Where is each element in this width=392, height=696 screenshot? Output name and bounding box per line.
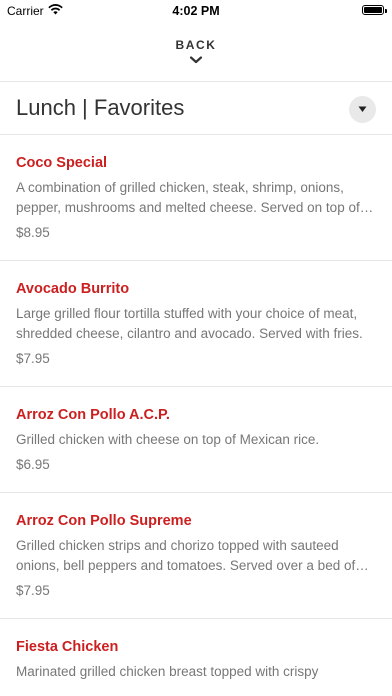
menu-item-arroz-con-pollo-supreme[interactable]: Arroz Con Pollo Supreme Grilled chicken … [0,493,392,619]
item-name: Avocado Burrito [16,281,130,297]
section-header: Lunch | Favorites [0,82,392,134]
item-name: Arroz Con Pollo A.C.P. [16,407,170,423]
item-name: Coco Special [16,155,108,171]
item-description: Grilled chicken with cheese on top of Me… [16,432,320,447]
menu-item-coco-special[interactable]: Coco Special A combination of grilled ch… [0,135,392,261]
item-description: Marinated grilled chicken breast topped … [16,664,319,679]
caret-down-icon [358,106,367,112]
back-button[interactable]: BACK [0,32,392,80]
status-time: 4:02 PM [172,4,220,18]
menu-item-arroz-con-pollo-acp[interactable]: Arroz Con Pollo A.C.P. Grilled chicken w… [0,387,392,493]
item-price: $7.95 [16,583,50,598]
chevron-down-icon [189,56,203,64]
category-dropdown-button[interactable] [349,96,376,123]
menu-item-avocado-burrito[interactable]: Avocado Burrito Large grilled flour tort… [0,261,392,387]
menu-list: Coco Special A combination of grilled ch… [0,135,392,696]
battery-icon [362,5,387,15]
item-price: $8.95 [16,225,50,240]
status-bar: Carrier 4:02 PM [0,0,392,22]
item-price: $7.95 [16,351,50,366]
item-name: Fiesta Chicken [16,639,119,655]
item-description: Large grilled flour tortilla stuffed wit… [16,306,363,341]
item-description: Grilled chicken strips and chorizo toppe… [16,538,356,573]
item-description: A combination of grilled chicken, steak,… [16,180,360,215]
back-label: BACK [175,38,217,52]
item-name: Arroz Con Pollo Supreme [16,513,192,529]
menu-item-fiesta-chicken[interactable]: Fiesta Chicken Marinated grilled chicken… [0,619,392,696]
item-price: $6.95 [16,457,50,472]
page-title: Lunch | Favorites [16,95,185,120]
